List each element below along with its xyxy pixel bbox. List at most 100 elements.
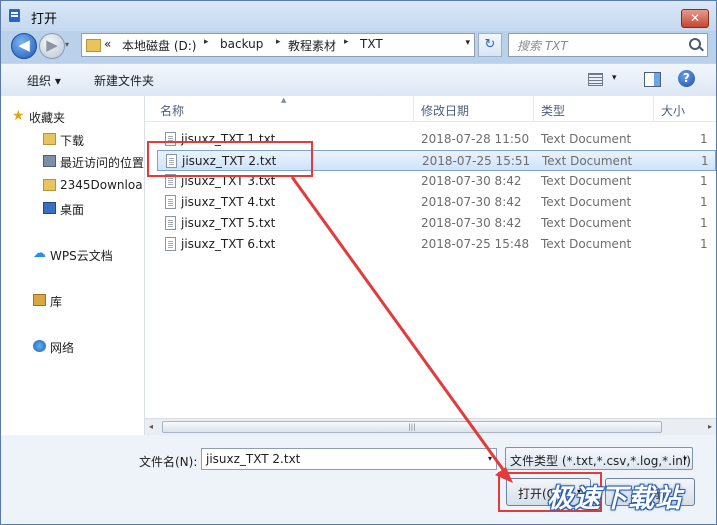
breadcrumb-separator-icon[interactable]: ▸ — [204, 37, 209, 47]
sidebar-item-label: 桌面 — [60, 203, 85, 217]
sidebar-item-label: 2345Downloa — [60, 178, 143, 192]
file-size: 1 — [700, 132, 708, 146]
file-date: 2018-07-30 8:42 — [421, 216, 522, 230]
file-row[interactable]: jisuxz_TXT 3.txt 2018-07-30 8:42 Text Do… — [157, 171, 716, 192]
file-type-select[interactable]: 文件类型 (*.txt,*.csv,*.log,*.ini) ▾ — [505, 447, 693, 470]
file-row[interactable]: jisuxz_TXT 1.txt 2018-07-28 11:50 Text D… — [157, 129, 716, 150]
column-divider[interactable] — [533, 96, 534, 121]
sidebar-item-label: WPS云文档 — [50, 249, 113, 263]
folder-icon — [43, 133, 56, 145]
breadcrumb-separator-icon[interactable]: ▸ — [344, 37, 349, 47]
sidebar-item-network[interactable]: 网络 — [33, 339, 75, 356]
refresh-button[interactable]: ↻ — [478, 33, 502, 57]
breadcrumb-tutorial-materials[interactable]: 教程素材 — [288, 37, 336, 54]
address-dropdown-icon[interactable]: ▾ — [465, 38, 470, 48]
breadcrumb-backup[interactable]: backup — [220, 37, 263, 51]
wps-app-icon — [9, 9, 20, 22]
file-name: jisuxz_TXT 6.txt — [181, 237, 276, 251]
file-type: Text Document — [541, 216, 632, 230]
open-file-dialog: 打开 ✕ ◀ ▶ ▾ « 本地磁盘 (D:) ▸ backup ▸ 教程素材 ▸… — [0, 0, 717, 525]
breadcrumb-overflow[interactable]: « — [104, 37, 111, 51]
sidebar-item-label: 最近访问的位置 — [60, 156, 145, 170]
recent-places-icon — [43, 155, 56, 167]
back-button[interactable]: ◀ — [11, 33, 37, 59]
folder-icon — [43, 179, 56, 191]
command-toolbar: 组织 ▾ 新建文件夹 ▾ ? — [1, 63, 716, 97]
view-dropdown-icon[interactable]: ▾ — [612, 73, 617, 83]
file-type: Text Document — [541, 174, 632, 188]
filename-dropdown-icon[interactable]: ▾ — [488, 454, 492, 463]
help-icon[interactable]: ? — [678, 70, 695, 87]
column-size[interactable]: 大小 — [661, 102, 685, 119]
title-bar: 打开 ✕ — [1, 1, 716, 31]
column-name[interactable]: 名称 — [160, 102, 184, 119]
file-type: Text Document — [541, 132, 632, 146]
sidebar-item-label: 网络 — [50, 341, 75, 355]
breadcrumb-separator-icon[interactable]: ▸ — [276, 37, 281, 47]
cloud-icon: ☁ — [33, 246, 46, 261]
column-divider[interactable] — [653, 96, 654, 121]
search-placeholder: 搜索 TXT — [517, 39, 568, 53]
sidebar-item-2345downloads[interactable]: 2345Downloa — [43, 178, 143, 192]
file-row-selected[interactable]: jisuxz_TXT 2.txt 2018-07-25 15:51 Text D… — [157, 150, 716, 171]
sidebar-item-recent-places[interactable]: 最近访问的位置 — [43, 154, 145, 171]
address-bar[interactable]: « 本地磁盘 (D:) ▸ backup ▸ 教程素材 ▸ TXT ▾ — [81, 33, 475, 57]
search-input[interactable]: 搜索 TXT — [508, 33, 708, 57]
file-name: jisuxz_TXT 1.txt — [181, 132, 276, 146]
sidebar-item-downloads[interactable]: 下载 — [43, 132, 84, 149]
scrollbar-thumb[interactable]: ||| — [162, 421, 662, 433]
sidebar-item-desktop[interactable]: 桌面 — [43, 201, 85, 218]
file-row[interactable]: jisuxz_TXT 6.txt 2018-07-25 15:48 Text D… — [157, 234, 716, 255]
file-name: jisuxz_TXT 4.txt — [181, 195, 276, 209]
file-type-dropdown-icon[interactable]: ▾ — [683, 454, 687, 463]
text-file-icon — [166, 154, 177, 168]
library-icon — [33, 294, 46, 306]
scroll-left-icon[interactable]: ◂ — [149, 422, 153, 431]
file-row[interactable]: jisuxz_TXT 4.txt 2018-07-30 8:42 Text Do… — [157, 192, 716, 213]
breadcrumb-drive-d[interactable]: 本地磁盘 (D:) — [122, 37, 196, 54]
file-row[interactable]: jisuxz_TXT 5.txt 2018-07-30 8:42 Text Do… — [157, 213, 716, 234]
column-type[interactable]: 类型 — [541, 102, 565, 119]
scroll-right-icon[interactable]: ▸ — [708, 422, 712, 431]
navigation-pane: ★ 收藏夹 下载 最近访问的位置 2345Downloa 桌面 ☁ WPS云文档… — [1, 96, 145, 435]
network-icon — [33, 340, 46, 352]
file-size: 1 — [700, 174, 708, 188]
preview-pane-icon[interactable] — [644, 72, 661, 87]
desktop-icon — [43, 202, 56, 214]
organize-menu[interactable]: 组织 ▾ — [27, 72, 61, 89]
sidebar-item-label: 收藏夹 — [29, 111, 66, 125]
sidebar-item-favorites[interactable]: ★ 收藏夹 — [12, 109, 66, 126]
watermark-logo: 极速下载站 — [547, 484, 683, 514]
horizontal-scrollbar[interactable]: ◂ ||| ▸ — [145, 418, 716, 436]
file-type-value: 文件类型 (*.txt,*.csv,*.log,*.ini) — [510, 454, 691, 468]
text-file-icon — [165, 216, 176, 230]
close-button[interactable]: ✕ — [681, 9, 709, 28]
search-icon[interactable] — [689, 38, 701, 50]
window-title: 打开 — [31, 12, 58, 27]
forward-button[interactable]: ▶ — [39, 33, 65, 59]
file-size: 1 — [700, 237, 708, 251]
file-date: 2018-07-25 15:48 — [421, 237, 530, 251]
file-date: 2018-07-30 8:42 — [421, 174, 522, 188]
view-options-icon[interactable] — [588, 73, 603, 86]
filename-input[interactable]: jisuxz_TXT 2.txt ▾ — [201, 448, 497, 470]
new-folder-button[interactable]: 新建文件夹 — [94, 72, 154, 89]
column-date-modified[interactable]: 修改日期 — [421, 102, 469, 119]
history-dropdown-icon[interactable]: ▾ — [65, 40, 69, 49]
column-divider[interactable] — [413, 96, 414, 121]
file-name: jisuxz_TXT 3.txt — [181, 174, 276, 188]
file-date: 2018-07-25 15:51 — [422, 154, 531, 168]
sidebar-item-libraries[interactable]: 库 — [33, 293, 62, 310]
file-size: 1 — [700, 195, 708, 209]
text-file-icon — [165, 237, 176, 251]
file-date: 2018-07-30 8:42 — [421, 195, 522, 209]
text-file-icon — [165, 195, 176, 209]
text-file-icon — [165, 132, 176, 146]
sidebar-item-wps-cloud[interactable]: ☁ WPS云文档 — [33, 247, 113, 264]
file-name: jisuxz_TXT 5.txt — [181, 216, 276, 230]
file-size: 1 — [700, 216, 708, 230]
file-size: 1 — [701, 154, 709, 168]
filename-value: jisuxz_TXT 2.txt — [206, 452, 301, 466]
navigation-bar: ◀ ▶ ▾ « 本地磁盘 (D:) ▸ backup ▸ 教程素材 ▸ TXT … — [1, 31, 716, 61]
breadcrumb-txt[interactable]: TXT — [360, 37, 383, 51]
